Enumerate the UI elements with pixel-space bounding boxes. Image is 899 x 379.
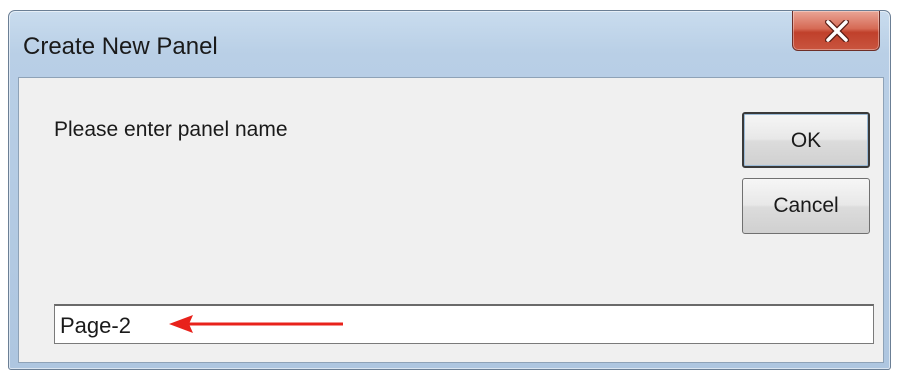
panel-name-prompt: Please enter panel name	[54, 118, 288, 141]
title-bar[interactable]: Create New Panel	[9, 11, 890, 77]
create-new-panel-dialog: Create New Panel Please enter panel name…	[8, 10, 891, 370]
cancel-button[interactable]: Cancel	[742, 178, 870, 234]
window-title: Create New Panel	[23, 33, 218, 60]
close-icon	[825, 20, 849, 42]
annotation-arrow	[169, 315, 343, 333]
close-button[interactable]	[792, 11, 880, 51]
ok-button[interactable]: OK	[742, 112, 870, 168]
dialog-body: Please enter panel name OK Cancel	[18, 77, 884, 363]
